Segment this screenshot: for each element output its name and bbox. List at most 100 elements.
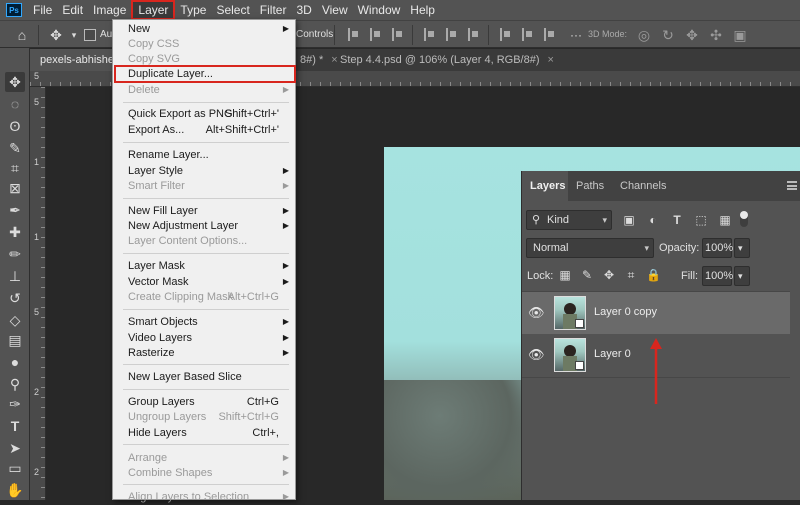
ruler-mark: 5	[34, 71, 40, 81]
pen-tool-icon[interactable]: ✑	[5, 394, 25, 414]
crop-tool-icon[interactable]: ⌗	[5, 158, 25, 178]
tab-layers[interactable]: Layers	[522, 171, 568, 201]
menu-item-quick-export-png[interactable]: Quick Export as PNG Shift+Ctrl+'	[113, 106, 295, 122]
close-tab-icon[interactable]: ×	[548, 54, 554, 66]
3d-pan-icon[interactable]: ✥	[684, 27, 700, 43]
opacity-input[interactable]: 100%	[702, 238, 733, 258]
align-bottom-icon[interactable]	[468, 28, 480, 41]
menu-edit[interactable]: Edit	[57, 0, 88, 20]
menu-type[interactable]: Type	[175, 0, 211, 20]
menu-image[interactable]: Image	[88, 0, 131, 20]
menu-item-new-layer-based-slice[interactable]: New Layer Based Slice	[113, 369, 295, 385]
submenu-arrow-icon: ▶	[282, 24, 289, 33]
align-top-icon[interactable]	[424, 28, 436, 41]
healing-brush-tool-icon[interactable]: ✚	[5, 222, 25, 242]
menu-view[interactable]: View	[317, 0, 353, 20]
auto-select-checkbox[interactable]	[84, 29, 96, 41]
clone-stamp-tool-icon[interactable]: ⊥	[5, 266, 25, 286]
history-brush-tool-icon[interactable]: ↺	[5, 288, 25, 308]
menu-item-group-layers[interactable]: Group Layers Ctrl+G	[113, 394, 295, 410]
blend-mode-select[interactable]: Normal ▾	[526, 238, 654, 258]
menu-item-video-layers[interactable]: Video Layers ▶	[113, 330, 295, 346]
layer-thumbnail	[554, 338, 586, 372]
menu-item-vector-mask[interactable]: Vector Mask ▶	[113, 274, 295, 290]
fill-input[interactable]: 100%	[702, 266, 733, 286]
visibility-eye-icon[interactable]: 👁	[528, 347, 545, 363]
gradient-tool-icon[interactable]: ▤	[5, 330, 25, 350]
menu-item-label: New	[128, 23, 151, 35]
fill-slider-toggle[interactable]: ▾	[734, 266, 750, 286]
align-middle-icon[interactable]	[446, 28, 458, 41]
menu-item-new-adjustment-layer[interactable]: New Adjustment Layer ▶	[113, 218, 295, 234]
dodge-tool-icon[interactable]: ⚲	[5, 374, 25, 394]
move-tool-options-icon[interactable]: ✥	[48, 27, 64, 43]
lock-position-icon[interactable]: ✥	[602, 268, 616, 282]
align-center-icon[interactable]	[370, 28, 382, 41]
path-selection-tool-icon[interactable]: ➤	[5, 438, 25, 458]
submenu-arrow-icon: ▶	[282, 85, 289, 94]
marquee-tool-icon[interactable]: ◌	[5, 94, 25, 114]
lock-all-icon[interactable]: 🔒	[646, 268, 661, 282]
submenu-arrow-icon: ▶	[282, 261, 289, 270]
layer-filter-select[interactable]: ⚲ Kind ▾	[526, 210, 612, 230]
3d-scale-icon[interactable]: ▣	[732, 27, 748, 43]
menu-select[interactable]: Select	[211, 0, 254, 20]
hand-tool-icon[interactable]: ✋	[5, 480, 25, 500]
menu-item-new-fill-layer[interactable]: New Fill Layer ▶	[113, 203, 295, 219]
3d-roll-icon[interactable]: ↻	[660, 27, 676, 43]
lock-image-pixels-icon[interactable]: ✎	[580, 268, 594, 282]
menu-3d[interactable]: 3D	[291, 0, 316, 20]
quick-select-tool-icon[interactable]: ✎	[5, 138, 25, 158]
menu-item-layer-style[interactable]: Layer Style ▶	[113, 163, 295, 179]
align-left-icon[interactable]	[348, 28, 360, 41]
distribute-icon[interactable]	[544, 28, 556, 41]
menu-item-smart-objects[interactable]: Smart Objects ▶	[113, 314, 295, 330]
move-tool-icon[interactable]: ✥	[5, 72, 25, 92]
more-options-icon[interactable]: ···	[568, 27, 584, 43]
adjustment-filter-icon[interactable]: ◐	[646, 213, 660, 227]
filter-toggle[interactable]	[740, 211, 748, 227]
tab-channels[interactable]: Channels	[612, 171, 672, 201]
menu-item-layer-mask[interactable]: Layer Mask ▶	[113, 258, 295, 274]
smart-object-filter-icon[interactable]: ▦	[718, 213, 732, 227]
3d-slide-icon[interactable]: ✣	[708, 27, 724, 43]
lock-artboard-icon[interactable]: ⌗	[624, 268, 638, 282]
layer-name[interactable]: Layer 0	[594, 348, 631, 360]
chevron-down-icon[interactable]: ▾	[66, 27, 82, 43]
layer-name[interactable]: Layer 0 copy	[594, 306, 657, 318]
layer-row-layer-0-copy[interactable]: 👁 Layer 0 copy	[522, 292, 790, 334]
pixel-filter-icon[interactable]: ▣	[622, 213, 636, 227]
document-tab[interactable]: Step 4.4.psd @ 106% (Layer 4, RGB/8#) ×	[330, 49, 590, 71]
menu-item-rename-layer[interactable]: Rename Layer...	[113, 147, 295, 163]
rectangle-tool-icon[interactable]: ▭	[5, 458, 25, 478]
eraser-tool-icon[interactable]: ◇	[5, 310, 25, 330]
menu-help[interactable]: Help	[405, 0, 440, 20]
menu-window[interactable]: Window	[353, 0, 406, 20]
tab-paths[interactable]: Paths	[568, 171, 612, 201]
menu-filter[interactable]: Filter	[255, 0, 292, 20]
menu-file[interactable]: File	[28, 0, 57, 20]
lasso-tool-icon[interactable]: ʘ	[5, 116, 25, 136]
type-tool-icon[interactable]: T	[5, 416, 25, 436]
blur-tool-icon[interactable]: ●	[5, 352, 25, 372]
home-icon[interactable]: ⌂	[14, 27, 30, 43]
brush-tool-icon[interactable]: ✏	[5, 244, 25, 264]
type-filter-icon[interactable]: T	[670, 213, 684, 227]
panel-menu-icon[interactable]	[787, 181, 797, 190]
menu-item-rasterize[interactable]: Rasterize ▶	[113, 345, 295, 361]
menu-item-export-as[interactable]: Export As... Alt+Shift+Ctrl+'	[113, 122, 295, 138]
menu-layer[interactable]: Layer	[131, 0, 176, 20]
submenu-arrow-icon: ▶	[282, 468, 289, 477]
frame-tool-icon[interactable]: ⊠	[5, 178, 25, 198]
shape-filter-icon[interactable]: ⬚	[694, 213, 708, 227]
menu-item-new[interactable]: New ▶	[113, 21, 295, 37]
menu-item-hide-layers[interactable]: Hide Layers Ctrl+,	[113, 425, 295, 441]
lock-transparent-pixels-icon[interactable]: ▦	[558, 268, 572, 282]
align-right-icon[interactable]	[392, 28, 404, 41]
eyedropper-tool-icon[interactable]: ✒	[5, 200, 25, 220]
opacity-slider-toggle[interactable]: ▾	[734, 238, 750, 258]
3d-orbit-icon[interactable]: ◎	[636, 27, 652, 43]
distribute-icon[interactable]	[522, 28, 534, 41]
distribute-icon[interactable]	[500, 28, 512, 41]
visibility-eye-icon[interactable]: 👁	[528, 305, 545, 321]
